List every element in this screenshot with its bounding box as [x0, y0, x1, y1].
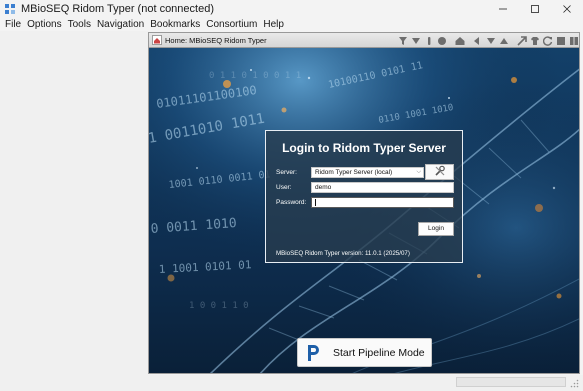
pipeline-logo-icon: [305, 344, 321, 362]
server-label: Server:: [276, 169, 297, 176]
home-icon[interactable]: [454, 35, 465, 46]
close-button[interactable]: [551, 0, 583, 18]
server-select[interactable]: Ridom Typer Server (local) ⌵: [311, 167, 424, 178]
back-icon[interactable]: [472, 35, 483, 46]
text-caret: [315, 198, 316, 206]
up-icon[interactable]: [498, 35, 509, 46]
server-settings-button[interactable]: [425, 164, 454, 180]
pane-title: Home: MBioSEQ Ridom Typer: [165, 35, 267, 45]
menu-navigation[interactable]: Navigation: [97, 19, 144, 30]
svg-text:1 0 0 1 1 0: 1 0 0 1 1 0: [189, 301, 249, 311]
menu-file[interactable]: File: [5, 19, 21, 30]
progress-bar: [456, 377, 566, 387]
filter-icon[interactable]: [397, 35, 408, 46]
stop-icon[interactable]: [555, 35, 566, 46]
minimize-button[interactable]: [487, 0, 519, 18]
password-label: Password:: [276, 199, 307, 206]
server-select-value: Ridom Typer Server (local): [315, 169, 393, 176]
export-icon[interactable]: [516, 35, 527, 46]
resize-grip-icon[interactable]: [570, 379, 579, 388]
user-field[interactable]: demo: [311, 182, 454, 193]
menu-consortium[interactable]: Consortium: [206, 19, 257, 30]
home-pane: Home: MBioSEQ Ridom Typer 01011101100100…: [148, 32, 580, 374]
login-dialog: Login to Ridom Typer Server Server: Rido…: [265, 130, 463, 263]
user-label: User:: [276, 184, 292, 191]
start-pipeline-button[interactable]: Start Pipeline Mode: [297, 338, 432, 367]
app-icon: [5, 3, 16, 15]
tube-icon[interactable]: [423, 35, 434, 46]
shirt-icon[interactable]: [529, 35, 540, 46]
login-button[interactable]: Login: [418, 222, 454, 236]
left-navigation-pane[interactable]: [0, 31, 148, 375]
menu-help[interactable]: Help: [263, 19, 284, 30]
tile-icon[interactable]: [568, 35, 579, 46]
filter-down-icon[interactable]: [410, 35, 421, 46]
pane-toolbar: [395, 34, 579, 47]
svg-text:0 1 1 0 1 0 0 1 1: 0 1 1 0 1 0 0 1 1: [209, 71, 301, 81]
window-title: MBioSEQ Ridom Typer (not connected): [21, 3, 214, 15]
start-pipeline-label: Start Pipeline Mode: [333, 346, 425, 359]
maximize-button[interactable]: [519, 0, 551, 18]
user-field-value: demo: [315, 184, 332, 191]
pane-header: Home: MBioSEQ Ridom Typer: [149, 33, 579, 48]
menu-bookmarks[interactable]: Bookmarks: [150, 19, 200, 30]
status-bar: [0, 375, 583, 391]
menu-tools[interactable]: Tools: [68, 19, 91, 30]
login-heading: Login to Ridom Typer Server: [282, 141, 446, 155]
shield-icon[interactable]: [436, 35, 447, 46]
refresh-icon[interactable]: [542, 35, 553, 46]
chevron-down-icon: ⌵: [416, 169, 421, 175]
forward-icon[interactable]: [485, 35, 496, 46]
version-label: MBioSEQ Ridom Typer version: 11.0.1 (202…: [276, 250, 410, 257]
home-tab-icon: [152, 35, 162, 45]
menu-options[interactable]: Options: [27, 19, 61, 30]
menu-bar: File Options Tools Navigation Bookmarks …: [0, 18, 583, 31]
title-bar: MBioSEQ Ridom Typer (not connected): [0, 0, 583, 18]
password-field[interactable]: [311, 197, 454, 208]
tools-icon: [434, 165, 446, 180]
